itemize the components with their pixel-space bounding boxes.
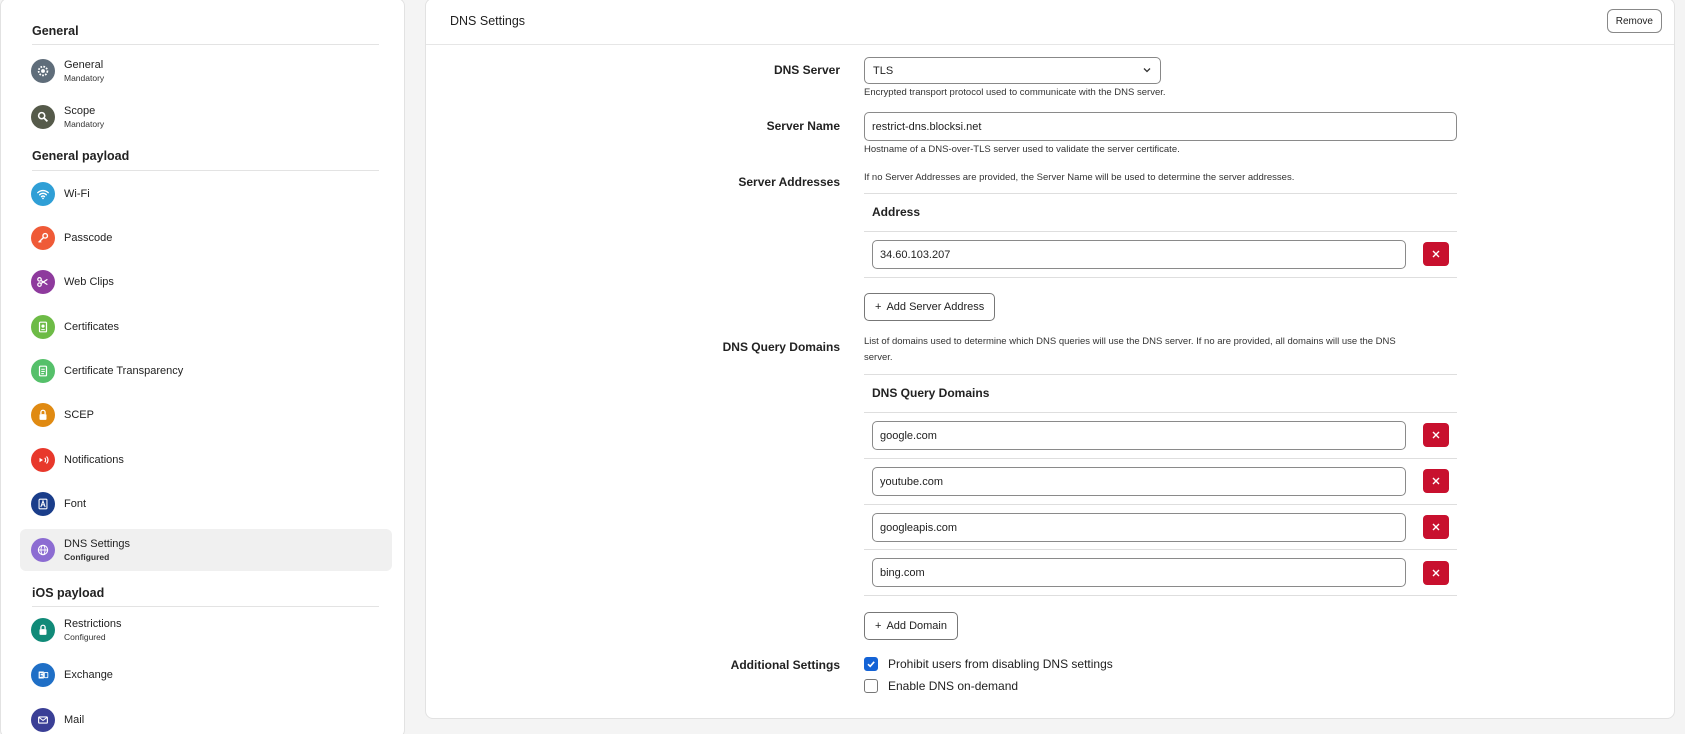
table-divider [864,193,1457,194]
additional-settings-label: Additional Settings [730,658,840,672]
query-domain-input[interactable] [872,558,1406,587]
add-server-address-label: Add Server Address [886,301,985,313]
server-addresses-label: Server Addresses [738,175,840,189]
dns-query-domains-label: DNS Query Domains [722,340,840,354]
server-name-input[interactable] [864,112,1457,141]
delete-domain-button[interactable] [1423,515,1449,539]
query-domains-column-header: DNS Query Domains [872,386,990,400]
address-column-header: Address [872,205,921,219]
label-column: DNS Server Server Name Server Addresses … [0,0,840,734]
dns-server-label: DNS Server [773,63,840,77]
form-layer: DNS Server Server Name Server Addresses … [0,0,1685,734]
table-divider [864,231,1457,232]
table-divider [864,549,1457,550]
dns-server-help: Encrypted transport protocol used to com… [864,87,1166,98]
delete-domain-button[interactable] [1423,561,1449,585]
dns-on-demand-option[interactable]: Enable DNS on-demand [864,679,1018,693]
table-divider [864,504,1457,505]
checkmark-icon [867,661,875,668]
table-divider [864,412,1457,413]
chevron-down-icon [1143,68,1151,73]
add-domain-button[interactable]: + Add Domain [864,612,958,640]
dns-server-select-value: TLS [873,65,894,77]
dns-on-demand-label: Enable DNS on-demand [888,679,1019,693]
table-divider [864,277,1457,278]
query-domains-help: List of domains used to determine which … [864,336,1396,347]
query-domain-input[interactable] [872,467,1406,496]
server-address-input[interactable] [872,240,1406,269]
plus-icon: + [875,301,882,313]
server-name-label: Server Name [766,119,840,133]
add-domain-label: Add Domain [886,620,947,632]
close-icon [1432,250,1440,258]
table-divider [864,374,1457,375]
prohibit-disable-option[interactable]: Prohibit users from disabling DNS settin… [864,657,1113,671]
plus-icon: + [875,620,882,632]
table-divider [864,595,1457,596]
close-icon [1432,569,1440,577]
prohibit-disable-label: Prohibit users from disabling DNS settin… [888,657,1113,671]
query-domain-input[interactable] [872,421,1406,450]
server-addresses-help: If no Server Addresses are provided, the… [864,172,1295,183]
dns-server-select[interactable]: TLS [864,57,1161,84]
prohibit-disable-checkbox[interactable] [864,657,878,671]
table-divider [864,458,1457,459]
close-icon [1432,477,1440,485]
delete-address-button[interactable] [1423,242,1449,266]
add-server-address-button[interactable]: + Add Server Address [864,293,996,321]
close-icon [1432,431,1440,439]
close-icon [1432,523,1440,531]
delete-domain-button[interactable] [1423,423,1449,447]
query-domains-help-cont: server. [864,352,893,363]
query-domain-input[interactable] [872,513,1406,542]
dns-on-demand-checkbox[interactable] [864,679,878,693]
delete-domain-button[interactable] [1423,469,1449,493]
server-name-help: Hostname of a DNS-over-TLS server used t… [864,144,1180,155]
